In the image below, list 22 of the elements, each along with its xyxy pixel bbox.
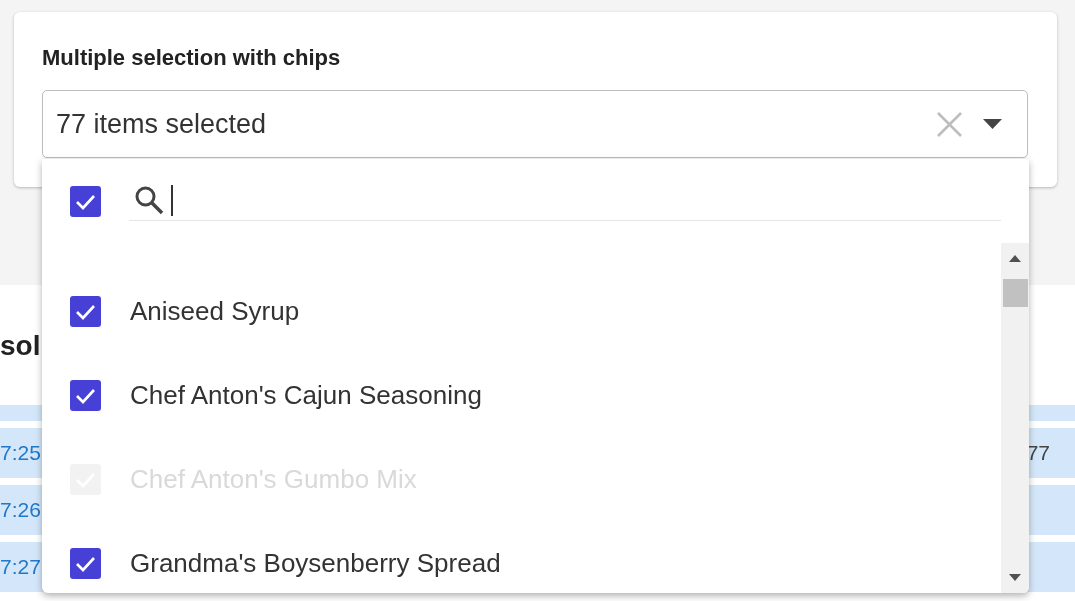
- option-label[interactable]: Chef Anton's Cajun Seasoning: [130, 380, 482, 410]
- search-icon: [134, 185, 164, 215]
- checkbox[interactable]: [70, 379, 101, 411]
- table-cell: 7:25: [0, 441, 41, 465]
- table-cell: 7:27: [0, 555, 41, 579]
- caret-down-icon[interactable]: [983, 119, 1002, 129]
- up-arrow-icon: [1009, 254, 1021, 262]
- section-heading: sol: [0, 332, 41, 360]
- search-field[interactable]: [129, 185, 1001, 221]
- table-cell: 7:26: [0, 498, 41, 522]
- field-label: Multiple selection with chips: [42, 45, 341, 71]
- option-label[interactable]: Grandma's Boysenberry Spread: [130, 548, 501, 578]
- checkbox[interactable]: [70, 547, 101, 579]
- select-value: 77 items selected: [56, 108, 267, 140]
- option-label[interactable]: Aniseed Syrup: [130, 296, 300, 326]
- scrollbar-thumb[interactable]: [1002, 279, 1028, 307]
- table-cell: 77: [1026, 441, 1050, 465]
- checkbox[interactable]: [70, 295, 101, 327]
- checkbox[interactable]: [70, 186, 101, 217]
- down-arrow-icon: [1009, 573, 1021, 581]
- multiselect-field[interactable]: 77 items selected: [42, 90, 1028, 158]
- text-cursor-icon: [171, 185, 173, 216]
